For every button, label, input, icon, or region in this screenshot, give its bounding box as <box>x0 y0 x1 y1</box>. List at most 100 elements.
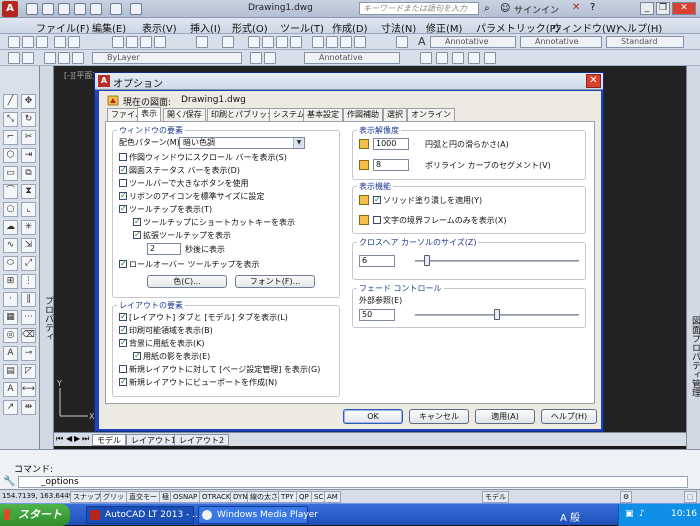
preview-icon[interactable] <box>68 36 80 48</box>
command-input[interactable]: _options <box>18 476 688 488</box>
restore-button[interactable]: ❐ <box>656 2 670 15</box>
xref-fade-input[interactable]: 50 <box>359 309 395 321</box>
paste-icon[interactable] <box>140 36 152 48</box>
tab-layout1[interactable]: レイアウト1 <box>126 434 182 446</box>
shortcut-keys-option[interactable]: ツールチップにショートカットキーを表示 <box>133 216 295 228</box>
dimension-icon[interactable]: ⟷ <box>21 382 36 397</box>
plot-icon[interactable] <box>90 3 102 15</box>
scrollbars-checkbox[interactable] <box>119 153 127 161</box>
save-icon[interactable] <box>36 36 48 48</box>
shortcut-keys-checkbox[interactable] <box>133 216 141 227</box>
tpy-button[interactable]: TPY <box>278 491 297 503</box>
zoom-previous-icon[interactable] <box>290 36 302 48</box>
command-wrench-icon[interactable]: 🔧 <box>3 476 15 487</box>
layout-tabs-checkbox[interactable] <box>119 311 127 322</box>
menu-edit[interactable]: 編集(E) <box>92 20 126 35</box>
menu-dimension[interactable]: 寸法(N) <box>381 20 416 35</box>
solid-fill-option[interactable]: ソリッド塗り潰しを適用(Y) <box>373 194 482 206</box>
tray-volume-icon[interactable]: ♪ <box>639 509 645 519</box>
layer-state-icon[interactable] <box>22 52 34 64</box>
menu-file[interactable]: ファイル(F) <box>36 20 90 35</box>
calculator-icon[interactable] <box>354 36 366 48</box>
minimize-button[interactable]: _ <box>640 2 654 15</box>
design-center-icon[interactable] <box>326 36 338 48</box>
model-space-button[interactable]: モデル <box>482 491 509 503</box>
tab-open-save[interactable]: 開く/保存 <box>163 108 206 121</box>
trim-icon[interactable]: ✂ <box>21 130 36 145</box>
tab-model[interactable]: モデル <box>92 434 126 446</box>
tray-network-icon[interactable]: ▣ <box>625 509 634 519</box>
mirror-icon[interactable]: ⧗ <box>21 184 36 199</box>
mtext-icon[interactable]: A <box>3 346 18 361</box>
menu-parametric[interactable]: パラメトリック(P) <box>476 20 560 35</box>
menu-window[interactable]: ウィンドウ(W) <box>552 20 620 35</box>
extended-tooltips-option[interactable]: 拡張ツールチップを表示 <box>133 229 231 241</box>
erase-icon[interactable]: ⌫ <box>21 328 36 343</box>
rollover-tooltips-option[interactable]: ロールオーバー ツールチップを表示 <box>119 258 259 270</box>
menu-modify[interactable]: 修正(M) <box>426 20 462 35</box>
snap-button[interactable]: スナップ <box>70 491 104 503</box>
task-autocad[interactable]: AutoCAD LT 2013 - ... <box>86 506 201 524</box>
dialog-close-button[interactable]: ✕ <box>586 74 601 88</box>
text-style-icon[interactable]: A <box>418 35 426 48</box>
cut-icon[interactable] <box>112 36 124 48</box>
saveas-icon[interactable] <box>74 3 86 15</box>
open-icon[interactable] <box>22 36 34 48</box>
line-icon[interactable]: ╱ <box>3 94 18 109</box>
tab-nav-first-icon[interactable]: ⏮ <box>56 434 63 444</box>
text-frame-checkbox[interactable] <box>373 216 381 224</box>
menu-format[interactable]: 形式(O) <box>232 20 268 35</box>
layer-on-icon[interactable] <box>44 52 56 64</box>
am-button[interactable]: AM <box>324 491 341 503</box>
menu-draw[interactable]: 作成(D) <box>332 20 368 35</box>
scale-icon[interactable]: ⤢ <box>21 256 36 271</box>
copy-icon[interactable] <box>126 36 138 48</box>
stretch-icon[interactable]: ⇲ <box>21 238 36 253</box>
layer-previous-icon[interactable] <box>264 52 276 64</box>
menu-insert[interactable]: 挿入(I) <box>190 20 221 35</box>
arc-icon[interactable]: ⌒ <box>3 184 18 199</box>
menu-tools[interactable]: ツール(T) <box>280 20 324 35</box>
dim-style-combo[interactable]: Annotative <box>520 36 602 48</box>
help-icon[interactable] <box>396 36 408 48</box>
tab-drafting[interactable]: 作図補助 <box>343 108 383 121</box>
array-icon[interactable]: ⋮ <box>21 274 36 289</box>
large-buttons-checkbox[interactable] <box>119 179 127 187</box>
scrollbars-option[interactable]: 作図ウィンドウにスクロール バーを表示(S) <box>119 152 287 163</box>
layout-tabs-option[interactable]: [レイアウト] タブと [モデル] タブを表示(L) <box>119 311 288 323</box>
undo-icon[interactable] <box>110 3 122 15</box>
page-setup-option[interactable]: 新規レイアウトに対して [ページ設定管理] を表示(G) <box>119 364 320 375</box>
properties-icon[interactable] <box>312 36 324 48</box>
dialog-title-bar[interactable]: A オプション ✕ <box>95 73 603 90</box>
extend-icon[interactable]: ⇥ <box>21 148 36 163</box>
search-icon[interactable]: ⌕ <box>484 3 490 14</box>
make-current-icon[interactable] <box>250 52 262 64</box>
xline-icon[interactable]: ⤡ <box>3 112 18 127</box>
zoom-window-icon[interactable] <box>276 36 288 48</box>
add-leader-icon[interactable] <box>436 52 448 64</box>
polyline-icon[interactable]: ⌐ <box>3 130 18 145</box>
tab-online[interactable]: オンライン <box>407 108 455 121</box>
point-icon[interactable]: · <box>3 292 18 307</box>
menu-help[interactable]: ヘルプ(H) <box>617 20 662 35</box>
text-frame-option[interactable]: 文字の境界フレームのみを表示(X) <box>373 215 506 226</box>
break-icon[interactable]: ⋯ <box>21 310 36 325</box>
crosshair-slider-thumb[interactable] <box>424 255 431 266</box>
tab-selection[interactable]: 選択 <box>383 108 407 121</box>
new-icon[interactable] <box>26 3 38 15</box>
create-viewport-checkbox[interactable] <box>119 376 127 387</box>
table-icon[interactable]: ▤ <box>3 364 18 379</box>
tab-layout2[interactable]: レイアウト2 <box>174 434 230 446</box>
fullscreen-icon[interactable]: ⬚ <box>684 491 697 503</box>
polyline-segments-input[interactable]: 8 <box>373 159 409 171</box>
multileader-icon[interactable] <box>420 52 432 64</box>
crosshair-slider-track[interactable] <box>415 260 579 262</box>
offset-icon[interactable]: ∥ <box>21 292 36 307</box>
ellipse-icon[interactable]: ⬭ <box>3 256 18 271</box>
circle-icon[interactable]: ○ <box>3 202 18 217</box>
open-icon[interactable] <box>42 3 54 15</box>
hatch-icon[interactable]: ▦ <box>3 310 18 325</box>
fonts-button[interactable]: フォント(F)... <box>235 275 315 288</box>
task-media-player[interactable]: Windows Media Player <box>198 506 318 524</box>
redo-icon[interactable] <box>130 3 142 15</box>
